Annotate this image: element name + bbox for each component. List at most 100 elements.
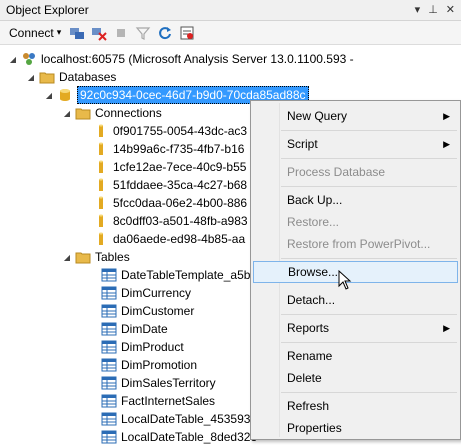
tree-node-table[interactable]: DimProduct — [101, 338, 184, 356]
menu-separator — [281, 392, 457, 393]
menu-item-browse[interactable]: Browse... — [253, 261, 458, 283]
menu-item-process-database[interactable]: Process Database — [253, 161, 458, 183]
table-label: FactInternetSales — [121, 394, 216, 408]
menu-item-refresh[interactable]: Refresh — [253, 395, 458, 417]
menu-item-label: Back Up... — [287, 193, 343, 207]
connection-label: 8c0dff03-a501-48fb-a983 — [113, 214, 248, 228]
menu-item-properties[interactable]: Properties — [253, 417, 458, 439]
tree-node-server[interactable]: ◢ localhost:60575 (Microsoft Analysis Se… — [8, 50, 354, 68]
connection-icon — [93, 141, 109, 157]
activity-monitor-icon[interactable] — [177, 23, 197, 43]
menu-item-label: Script — [287, 137, 318, 151]
tree-node-connection[interactable]: 51fddaee-35ca-4c27-b68 — [93, 176, 247, 194]
connect-object-explorer-icon[interactable] — [67, 23, 87, 43]
folder-icon — [39, 69, 55, 85]
menu-separator — [281, 342, 457, 343]
server-label: localhost:60575 (Microsoft Analysis Serv… — [41, 52, 354, 66]
table-label: DimCustomer — [121, 304, 195, 318]
tree-node-connections[interactable]: ◢ Connections — [62, 104, 162, 122]
tree-node-table[interactable]: DimDate — [101, 320, 168, 338]
tree-node-table[interactable]: FactInternetSales — [101, 392, 215, 410]
menu-item-label: Delete — [287, 371, 322, 385]
tree-node-connection[interactable]: 14b99a6c-f735-4fb7-b16 — [93, 140, 244, 158]
connection-label: 0f901755-0054-43dc-ac3 — [113, 124, 248, 138]
tree-node-table[interactable]: DimCurrency — [101, 284, 191, 302]
tree-node-table[interactable]: DimSalesTerritory — [101, 374, 216, 392]
menu-separator — [281, 158, 457, 159]
collapse-icon[interactable]: ◢ — [26, 72, 36, 82]
menu-item-restore[interactable]: Restore... — [253, 211, 458, 233]
menu-item-label: Detach... — [287, 293, 336, 307]
menu-item-reports[interactable]: Reports ▶ — [253, 317, 458, 339]
table-icon — [101, 285, 117, 301]
collapse-icon[interactable]: ◢ — [8, 54, 18, 64]
connection-label: da06aede-ed98-4b85-aa — [113, 232, 246, 246]
collapse-icon[interactable]: ◢ — [62, 252, 72, 262]
tree-node-tables[interactable]: ◢ Tables — [62, 248, 130, 266]
menu-item-detach[interactable]: Detach... — [253, 289, 458, 311]
tree-node-connection[interactable]: 8c0dff03-a501-48fb-a983 — [93, 212, 248, 230]
table-icon — [101, 321, 117, 337]
connection-icon — [93, 177, 109, 193]
table-label: DimProduct — [121, 340, 184, 354]
table-label: DimDate — [121, 322, 168, 336]
connection-label: 14b99a6c-f735-4fb7-b16 — [113, 142, 245, 156]
menu-item-label: Restore... — [287, 215, 340, 229]
connection-icon — [93, 123, 109, 139]
tree-node-connection[interactable]: 1cfe12ae-7ece-40c9-b55 — [93, 158, 246, 176]
folder-icon — [75, 249, 91, 265]
tree-node-table[interactable]: DimCustomer — [101, 302, 194, 320]
tree-node-connection[interactable]: 5fcc0daa-06e2-4b00-886 — [93, 194, 247, 212]
table-icon — [101, 357, 117, 373]
menu-item-rename[interactable]: Rename — [253, 345, 458, 367]
menu-item-back-up[interactable]: Back Up... — [253, 189, 458, 211]
window-title: Object Explorer — [6, 3, 89, 17]
connect-button[interactable]: Connect ▾ — [5, 23, 65, 43]
menu-separator — [281, 258, 457, 259]
menu-item-label: New Query — [287, 109, 348, 123]
connection-icon — [93, 159, 109, 175]
table-label: DimCurrency — [121, 286, 192, 300]
menu-item-script[interactable]: Script ▶ — [253, 133, 458, 155]
tree-node-table[interactable]: LocalDateTable_8ded323 — [101, 428, 257, 445]
submenu-arrow-icon: ▶ — [443, 138, 450, 149]
tree-node-connection[interactable]: 0f901755-0054-43dc-ac3 — [93, 122, 247, 140]
menu-separator — [281, 130, 457, 131]
disconnect-icon[interactable] — [89, 23, 109, 43]
table-icon — [101, 339, 117, 355]
connection-label: 1cfe12ae-7ece-40c9-b55 — [113, 160, 247, 174]
database-icon — [57, 87, 73, 103]
pin-icon[interactable]: ⊥ — [428, 3, 438, 16]
tree-node-table[interactable]: DimPromotion — [101, 356, 197, 374]
tables-label: Tables — [95, 250, 130, 264]
menu-item-restore-from-powerpivot[interactable]: Restore from PowerPivot... — [253, 233, 458, 255]
tree-node-table[interactable]: LocalDateTable_4535931 — [101, 410, 257, 428]
table-icon — [101, 303, 117, 319]
stop-icon[interactable] — [111, 23, 131, 43]
connection-label: 51fddaee-35ca-4c27-b68 — [113, 178, 248, 192]
menu-item-delete[interactable]: Delete — [253, 367, 458, 389]
connection-icon — [93, 213, 109, 229]
analysis-server-icon — [21, 51, 37, 67]
table-label: LocalDateTable_8ded323 — [121, 430, 258, 444]
menu-item-label: Properties — [287, 421, 342, 435]
table-label: DateTableTemplate_a5b — [121, 268, 251, 282]
tree-node-databases[interactable]: ◢ Databases — [26, 68, 116, 86]
menu-separator — [281, 314, 457, 315]
databases-label: Databases — [59, 70, 117, 84]
connection-icon — [93, 231, 109, 247]
connection-icon — [93, 195, 109, 211]
dropdown-icon[interactable]: ▾ — [415, 3, 421, 16]
menu-item-new-query[interactable]: New Query ▶ — [253, 105, 458, 127]
filter-icon[interactable] — [133, 23, 153, 43]
collapse-icon[interactable]: ◢ — [62, 108, 72, 118]
submenu-arrow-icon: ▶ — [443, 110, 450, 121]
context-menu: New Query ▶ Script ▶ Process Database Ba… — [250, 100, 461, 440]
refresh-icon[interactable] — [155, 23, 175, 43]
tree-node-table[interactable]: DateTableTemplate_a5b — [101, 266, 250, 284]
close-icon[interactable]: ✕ — [446, 3, 455, 16]
collapse-icon[interactable]: ◢ — [44, 90, 54, 100]
connections-label: Connections — [95, 106, 162, 120]
table-label: DimSalesTerritory — [121, 376, 216, 390]
tree-node-connection[interactable]: da06aede-ed98-4b85-aa — [93, 230, 245, 248]
